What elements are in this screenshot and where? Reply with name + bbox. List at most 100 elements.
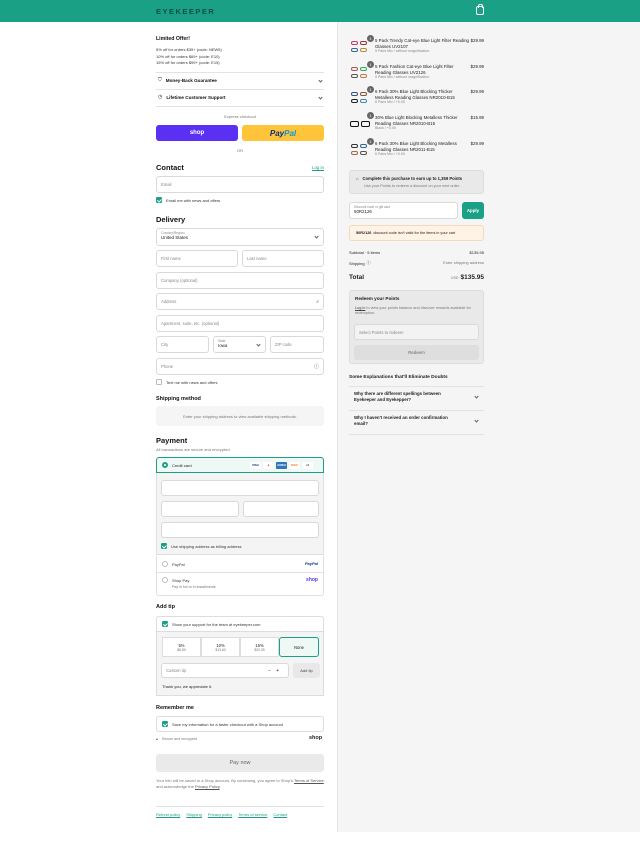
paypal-radio[interactable]: [162, 561, 168, 567]
shipping-row: Shipping ⓘ: [349, 260, 371, 266]
or-divider: OR: [237, 148, 243, 153]
item-name: 5 Pack Fashion Cat-eye Blue Light Filter…: [375, 64, 454, 75]
apartment-field[interactable]: Apartment, suite, etc. (optional): [156, 315, 324, 332]
news-checkbox-row[interactable]: Email me with news and offers: [156, 197, 220, 203]
apply-button[interactable]: Apply: [462, 202, 484, 219]
login-link[interactable]: Log in: [312, 165, 324, 170]
custom-tip-placeholder: Custom tip: [166, 668, 187, 673]
last-name-field[interactable]: Last name: [242, 250, 324, 267]
gift-icon: ⌂: [356, 176, 359, 181]
paypal-button[interactable]: Pay Pal: [242, 125, 324, 141]
logo[interactable]: EYEKEEPER: [156, 7, 215, 16]
footer-link-refund[interactable]: Refund policy: [156, 812, 180, 817]
item-price: $29.99: [470, 38, 484, 43]
item-variant: 6 Pairs Mix / +0.00: [375, 100, 405, 105]
subtotal-value: $135.95: [469, 250, 484, 255]
shoppay-radio[interactable]: [162, 577, 168, 583]
footer-link-contact[interactable]: Contact: [273, 812, 287, 817]
footer-link-privacy[interactable]: Privacy policy: [208, 812, 232, 817]
shoppay-sub: Pay in full or in installments: [172, 585, 216, 589]
billing-checkbox[interactable]: [161, 543, 167, 549]
billing-checkbox-row[interactable]: Use shipping address as billing address: [161, 543, 241, 549]
footer-link-shipping[interactable]: Shipping: [186, 812, 202, 817]
redeem-panel: Redeem your Points Log in to view your p…: [349, 290, 484, 364]
privacy-link[interactable]: Privacy Policy: [195, 784, 220, 789]
paypal-text-a: Pay: [269, 128, 285, 138]
shoppay-option[interactable]: Shop Pay Pay in full or in installments …: [156, 573, 324, 596]
help-icon[interactable]: ⓘ: [367, 260, 371, 266]
custom-tip-field[interactable]: Custom tip −+: [161, 663, 289, 678]
guarantee-accordion[interactable]: ⛉ Money-Back Guarantee: [158, 77, 323, 83]
credit-card-option[interactable]: Credit card VISA ● AMEX DISC +5: [156, 457, 324, 473]
payment-title: Payment: [156, 436, 188, 445]
card-number-field[interactable]: [161, 480, 319, 496]
total-label: Total: [349, 274, 365, 281]
news-label: Email me with news and offers: [166, 197, 221, 203]
phone-field[interactable]: Phone ⓘ: [156, 358, 324, 375]
item-price: $15.99: [470, 115, 484, 120]
search-icon: ⌕: [316, 298, 319, 305]
lock-icon: 🔒︎: [156, 737, 158, 741]
guarantee-label: Money-Back Guarantee: [165, 77, 217, 83]
shoppay-label: Shop Pay: [172, 577, 190, 583]
tip-stepper[interactable]: −+: [268, 668, 284, 674]
remember-checkbox[interactable]: [162, 721, 168, 727]
pay-now-button[interactable]: Pay now: [156, 754, 324, 772]
product-thumbnail: 1: [350, 86, 374, 106]
clock-icon: ◷: [158, 94, 163, 100]
faq-item[interactable]: Why there are different spellings betwee…: [354, 391, 484, 409]
discount-field[interactable]: Discount code or gift card 50R2126: [349, 202, 458, 219]
cvv-field[interactable]: [243, 501, 319, 517]
remember-title: Remember me: [156, 705, 194, 711]
legal-text: Your info will be saved to a Shop accoun…: [156, 778, 324, 790]
tip-checkbox[interactable]: [162, 621, 168, 627]
add-tip-button[interactable]: Add tip: [293, 663, 320, 678]
company-field[interactable]: Company (optional): [156, 272, 324, 289]
redeem-button[interactable]: Redeem: [354, 345, 479, 360]
redeem-login-link[interactable]: Log in: [355, 306, 365, 310]
help-icon[interactable]: ⓘ: [314, 363, 319, 370]
name-on-card-field[interactable]: [161, 522, 319, 538]
footer-link-terms[interactable]: Terms of service: [238, 812, 267, 817]
paypal-text-b: Pal: [284, 128, 297, 138]
tip-option-none[interactable]: None: [279, 637, 319, 657]
visa-icon: VISA: [250, 462, 261, 469]
item-name: 6 Pack 30% Blue Light Blocking Thicker M…: [375, 89, 455, 100]
plus-icon[interactable]: +: [276, 668, 284, 674]
news-checkbox[interactable]: [156, 197, 162, 203]
credit-card-label: Credit card: [172, 462, 192, 468]
city-field[interactable]: City: [156, 336, 209, 353]
email-field[interactable]: Email: [156, 176, 324, 193]
state-select[interactable]: State Iowa: [213, 336, 266, 353]
text-checkbox-row[interactable]: Text me with news and offers: [156, 379, 218, 385]
address-field[interactable]: Address ⌕: [156, 293, 324, 310]
tos-link[interactable]: Terms of Service: [294, 778, 324, 783]
remember-row[interactable]: Save my information for a faster checkou…: [156, 716, 324, 732]
secure-label: Secure and encrypted: [161, 737, 198, 741]
mastercard-icon: ●: [263, 462, 274, 469]
shop-pay-button[interactable]: shop: [156, 125, 238, 141]
paypal-option[interactable]: PayPal PayPal: [156, 556, 324, 573]
shopping-bag-icon[interactable]: [476, 4, 484, 15]
credit-card-radio[interactable]: [162, 462, 168, 468]
total-value: $135.95: [460, 274, 485, 281]
country-select[interactable]: Country/Region United States: [156, 228, 324, 246]
zip-field[interactable]: ZIP code: [270, 336, 324, 353]
minus-icon[interactable]: −: [268, 668, 276, 674]
shipping-label: Shipping: [349, 260, 365, 266]
product-thumbnail: 1: [350, 138, 374, 158]
tip-option[interactable]: 15% $20.39: [240, 637, 279, 657]
tip-support-row[interactable]: Show your support for the team at eyekee…: [156, 616, 324, 632]
text-checkbox[interactable]: [156, 379, 162, 385]
total-value-row: USD $135.95: [440, 274, 484, 281]
shipping-title: Shipping method: [156, 396, 201, 402]
first-name-field[interactable]: First name: [156, 250, 238, 267]
expiry-field[interactable]: [161, 501, 239, 517]
tip-option[interactable]: 5% $6.80: [162, 637, 201, 657]
tip-amt: $13.60: [215, 647, 226, 652]
support-accordion[interactable]: ◷ Lifetime Customer Support: [158, 94, 323, 100]
tip-support-label: Show your support for the team at eyekee…: [172, 621, 261, 627]
tip-option[interactable]: 10% $13.60: [201, 637, 240, 657]
redeem-select[interactable]: Select Points to redeem: [354, 324, 479, 340]
faq-item[interactable]: Why I haven't received an order confirma…: [354, 415, 484, 433]
